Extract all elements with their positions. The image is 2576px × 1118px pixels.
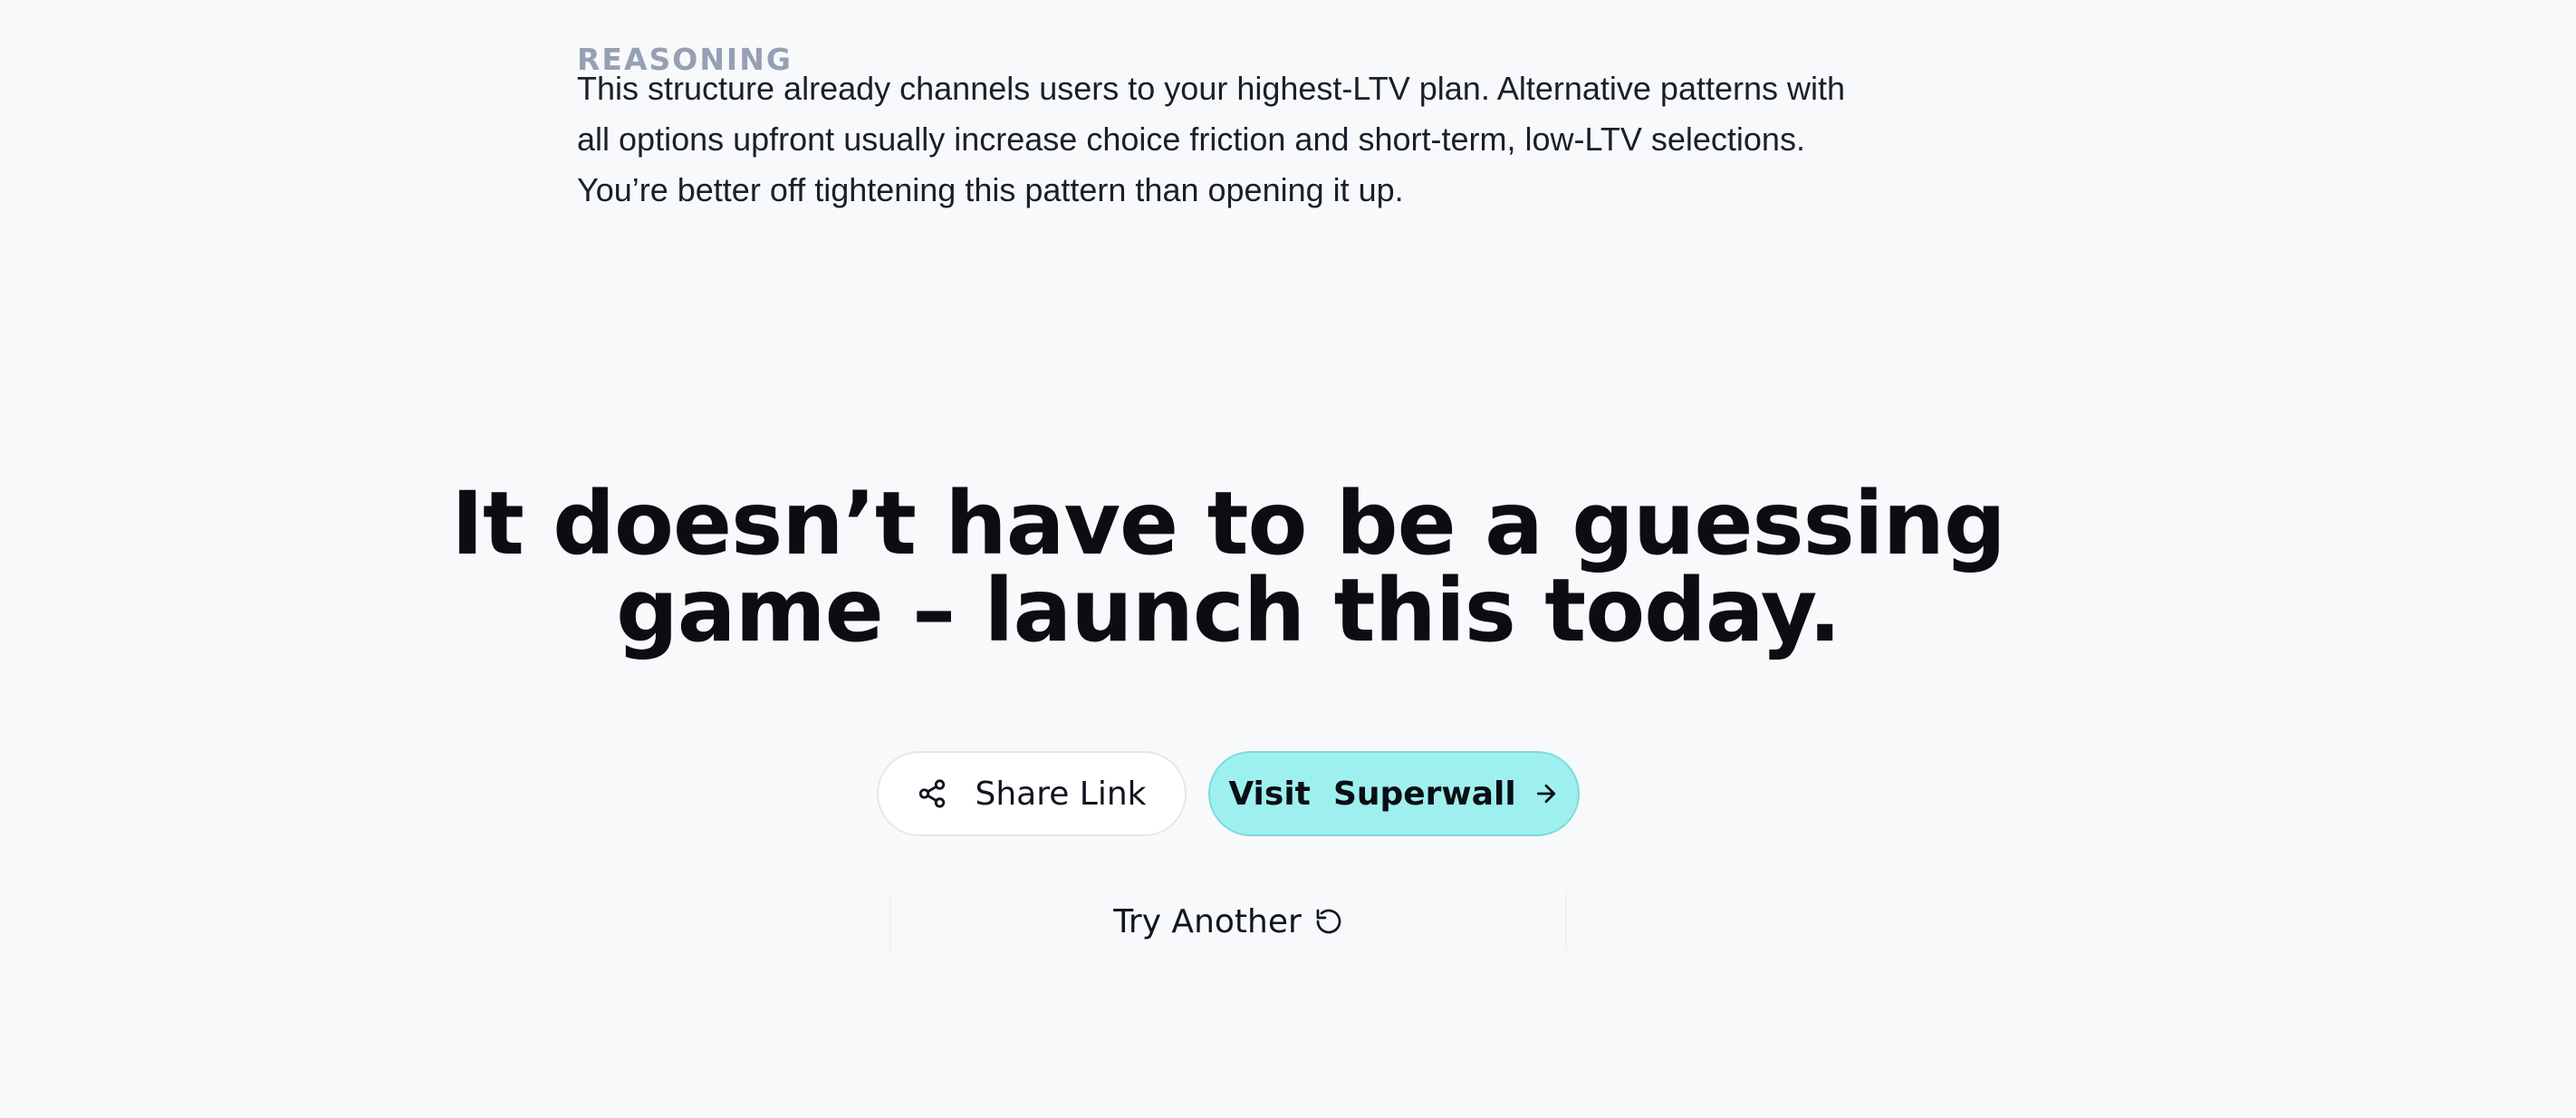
cta-headline: It doesn’t have to be a guessing game – … [0, 480, 2456, 654]
reasoning-text: This structure already channels users to… [577, 63, 1899, 216]
cta-button-row: Share Link Visit Superwall [877, 751, 1583, 838]
visit-superwall-label: Visit Superwall [1228, 775, 1516, 813]
arrow-right-icon [1533, 780, 1560, 807]
share-link-label: Share Link [975, 775, 1147, 813]
refresh-icon [1314, 907, 1343, 936]
headline-line: It doesn’t have to be a guessing [451, 473, 2005, 574]
share-icon [917, 778, 947, 809]
reasoning-line: You’re better off tightening this patter… [577, 171, 1404, 208]
divider [1565, 892, 1567, 950]
reasoning-section: REASONING This structure already channel… [577, 36, 1899, 208]
headline-line: game – launch this today. [616, 560, 1841, 661]
visit-superwall-button[interactable]: Visit Superwall [1208, 751, 1580, 836]
try-another-label: Try Another [1113, 902, 1302, 940]
reasoning-line: This structure already channels users to… [577, 70, 1846, 107]
divider [889, 892, 891, 950]
reasoning-line: all options upfront usually increase cho… [577, 120, 1805, 158]
try-another-button[interactable]: Try Another [889, 892, 1567, 950]
share-link-button[interactable]: Share Link [877, 751, 1187, 836]
